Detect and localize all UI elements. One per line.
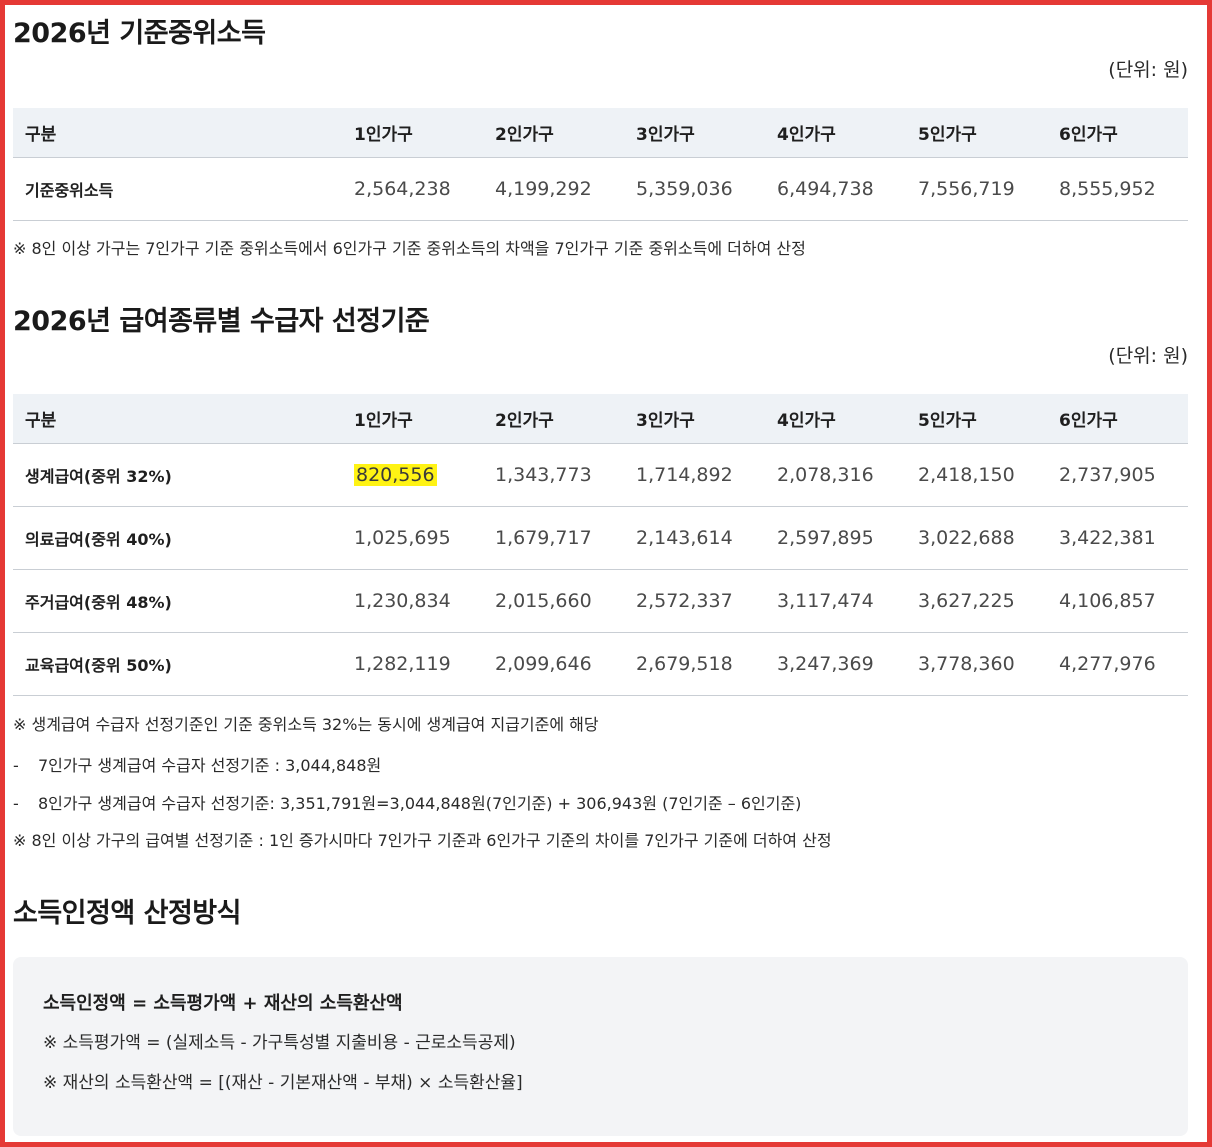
table-cell: 2,737,905 [1047, 443, 1188, 507]
header-cell: 3인가구 [624, 108, 765, 158]
eight-person-criterion: - 8인가구 생계급여 수급자 선정기준: 3,351,791원=3,044,8… [13, 793, 1188, 815]
unit-label: (단위: 원) [1108, 59, 1188, 81]
section-title-income-calculation: 소득인정액 산정방식 [13, 898, 241, 929]
table-cell: 1,282,119 [342, 632, 483, 696]
header-cell: 4인가구 [765, 394, 906, 444]
seven-person-criterion-text: 7인가구 생계급여 수급자 선정기준 : 3,044,848원 [38, 756, 382, 775]
section-title-selection-criteria: 2026년 급여종류별 수급자 선정기준 [13, 306, 430, 337]
table-cell: 5,359,036 [624, 157, 765, 221]
header-cell: 5인가구 [906, 394, 1047, 444]
header-cell: 6인가구 [1047, 108, 1188, 158]
table-cell: 8,555,952 [1047, 157, 1188, 221]
table-cell: 1,025,695 [342, 506, 483, 570]
table-cell: 4,106,857 [1047, 569, 1188, 633]
selection-criteria-table: 구분 1인가구 2인가구 3인가구 4인가구 5인가구 6인가구 생계급여(중위… [13, 394, 1188, 696]
livelihood-note: ※ 생계급여 수급자 선정기준인 기준 중위소득 32%는 동시에 생계급여 지… [13, 715, 599, 734]
table-cell: 4,277,976 [1047, 632, 1188, 696]
table-header-row: 구분 1인가구 2인가구 3인가구 4인가구 5인가구 6인가구 [13, 394, 1188, 444]
asset-conversion-formula: ※ 재산의 소득환산액 = [(재산 - 기본재산액 - 부채) × 소득환산율… [43, 1073, 523, 1093]
header-cell: 5인가구 [906, 108, 1047, 158]
dash-marker: - [13, 794, 19, 813]
table-cell: 3,117,474 [765, 569, 906, 633]
page-frame: 2026년 기준중위소득 (단위: 원) 구분 1인가구 2인가구 3인가구 4… [0, 0, 1212, 1147]
table-cell: 1,679,717 [483, 506, 624, 570]
dash-marker: - [13, 756, 19, 775]
table-cell: 3,247,369 [765, 632, 906, 696]
header-cell: 2인가구 [483, 108, 624, 158]
table-cell: 1,230,834 [342, 569, 483, 633]
header-cell: 구분 [13, 108, 342, 158]
table-row: 의료급여(중위 40%) 1,025,695 1,679,717 2,143,6… [13, 506, 1188, 570]
table-cell: 2,078,316 [765, 443, 906, 507]
table-row: 생계급여(중위 32%) 820,556 1,343,773 1,714,892… [13, 443, 1188, 507]
table-cell: 2,143,614 [624, 506, 765, 570]
row-label: 생계급여(중위 32%) [13, 443, 342, 507]
table-cell: 1,714,892 [624, 443, 765, 507]
table-cell: 820,556 [342, 443, 483, 507]
table-cell: 4,199,292 [483, 157, 624, 221]
table-cell: 3,778,360 [906, 632, 1047, 696]
header-cell: 6인가구 [1047, 394, 1188, 444]
table-cell: 7,556,719 [906, 157, 1047, 221]
median-income-table: 구분 1인가구 2인가구 3인가구 4인가구 5인가구 6인가구 기준중위소득 … [13, 108, 1188, 221]
highlighted-value: 820,556 [354, 463, 437, 486]
table-cell: 1,343,773 [483, 443, 624, 507]
header-cell: 1인가구 [342, 394, 483, 444]
table-cell: 6,494,738 [765, 157, 906, 221]
table-cell: 2,418,150 [906, 443, 1047, 507]
calculation-box: 소득인정액 = 소득평가액 + 재산의 소득환산액 ※ 소득평가액 = (실제소… [13, 957, 1188, 1136]
row-label: 의료급여(중위 40%) [13, 506, 342, 570]
table-row: 교육급여(중위 50%) 1,282,119 2,099,646 2,679,5… [13, 632, 1188, 696]
header-cell: 2인가구 [483, 394, 624, 444]
header-cell: 4인가구 [765, 108, 906, 158]
table-row: 주거급여(중위 48%) 1,230,834 2,015,660 2,572,3… [13, 569, 1188, 633]
unit-label: (단위: 원) [1108, 345, 1188, 367]
header-cell: 3인가구 [624, 394, 765, 444]
table-cell: 2,597,895 [765, 506, 906, 570]
seven-person-criterion: - 7인가구 생계급여 수급자 선정기준 : 3,044,848원 [13, 755, 1188, 777]
table-row: 기준중위소득 2,564,238 4,199,292 5,359,036 6,4… [13, 157, 1188, 221]
section-title-median-income: 2026년 기준중위소득 [13, 18, 266, 49]
table-cell: 2,099,646 [483, 632, 624, 696]
row-label: 교육급여(중위 50%) [13, 632, 342, 696]
header-cell: 1인가구 [342, 108, 483, 158]
income-formula: 소득인정액 = 소득평가액 + 재산의 소득환산액 [43, 993, 403, 1014]
income-evaluation-formula: ※ 소득평가액 = (실제소득 - 가구특성별 지출비용 - 근로소득공제) [43, 1033, 516, 1053]
table-cell: 2,015,660 [483, 569, 624, 633]
row-label: 주거급여(중위 48%) [13, 569, 342, 633]
table-cell: 3,022,688 [906, 506, 1047, 570]
table-cell: 3,422,381 [1047, 506, 1188, 570]
table-cell: 2,572,337 [624, 569, 765, 633]
header-cell: 구분 [13, 394, 342, 444]
table-cell: 2,564,238 [342, 157, 483, 221]
median-income-note: ※ 8인 이상 가구는 7인가구 기준 중위소득에서 6인가구 기준 중위소득의… [13, 239, 806, 258]
table-cell: 2,679,518 [624, 632, 765, 696]
table-header-row: 구분 1인가구 2인가구 3인가구 4인가구 5인가구 6인가구 [13, 108, 1188, 158]
eight-person-criterion-text: 8인가구 생계급여 수급자 선정기준: 3,351,791원=3,044,848… [38, 794, 802, 813]
eight-plus-note: ※ 8인 이상 가구의 급여별 선정기준 : 1인 증가시마다 7인가구 기준과… [13, 831, 832, 850]
row-label: 기준중위소득 [13, 157, 342, 221]
table-cell: 3,627,225 [906, 569, 1047, 633]
